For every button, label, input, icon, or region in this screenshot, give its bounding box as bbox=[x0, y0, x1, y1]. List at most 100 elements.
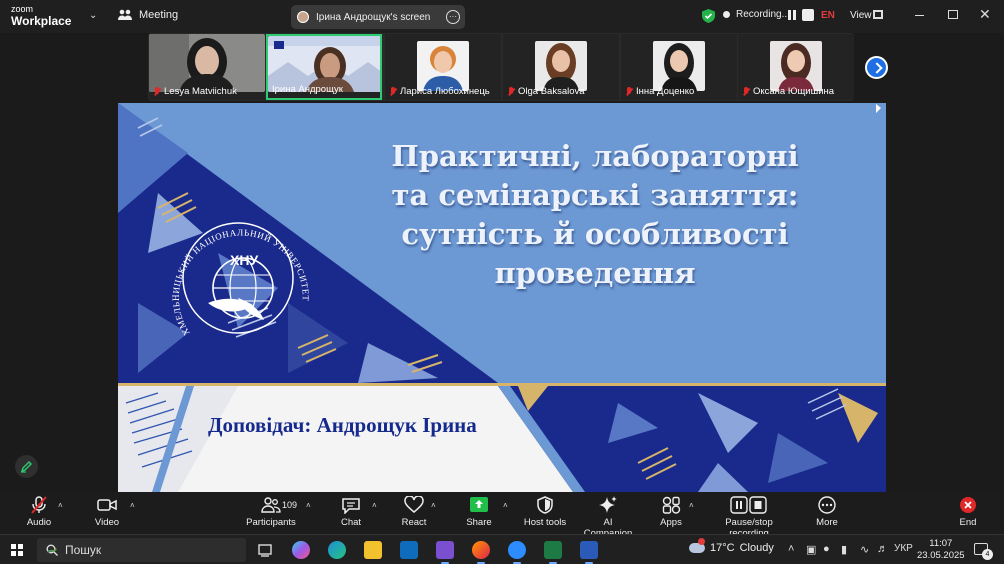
edge-browser-icon[interactable] bbox=[328, 541, 346, 559]
slide-speaker: Доповідач: Андрощук Ірина bbox=[208, 413, 477, 437]
mic-muted-icon bbox=[153, 87, 161, 96]
title-bar: zoom Workplace ⌄ Meeting Ірина Андрощук'… bbox=[0, 0, 1004, 33]
audio-options-caret[interactable]: ˄ bbox=[58, 501, 63, 510]
video-button[interactable]: Video bbox=[92, 496, 122, 528]
participant-gallery: Lesya Matviichuk Ірина Андрощук Лариса Л… bbox=[148, 33, 854, 101]
participant-tile-active-speaker[interactable]: Ірина Андрощук bbox=[266, 34, 382, 100]
copilot-icon[interactable] bbox=[292, 541, 310, 559]
video-options-caret[interactable]: ˄ bbox=[130, 501, 135, 510]
search-highlight-image bbox=[47, 547, 57, 553]
share-screen-icon bbox=[470, 497, 488, 512]
more-label: More bbox=[816, 517, 838, 528]
audio-button[interactable]: Audio bbox=[23, 496, 55, 528]
participant-photo bbox=[535, 41, 587, 91]
keyboard-language[interactable]: УКР bbox=[894, 543, 913, 554]
participant-tile[interactable]: Оксана Ющишина bbox=[738, 34, 854, 100]
mic-muted-icon bbox=[742, 87, 750, 96]
wifi-icon[interactable]: ∿ bbox=[860, 543, 869, 556]
chevron-down-icon[interactable]: ⌄ bbox=[89, 10, 97, 21]
weather-desc: Cloudy bbox=[739, 542, 774, 554]
host-tools-button[interactable]: Host tools bbox=[523, 496, 567, 528]
clock-date: 23.05.2025 bbox=[917, 550, 965, 561]
participant-name: Інна Доценко bbox=[625, 86, 694, 97]
participant-photo bbox=[653, 41, 705, 91]
participant-photo bbox=[417, 41, 469, 91]
avatar bbox=[297, 11, 309, 23]
more-options-icon[interactable]: ··· bbox=[446, 10, 460, 24]
close-window-button[interactable]: ✕ bbox=[979, 6, 991, 23]
react-button[interactable]: React bbox=[400, 496, 428, 528]
save-disk-app-icon[interactable] bbox=[436, 541, 454, 559]
outlook-icon[interactable] bbox=[400, 541, 418, 559]
taskbar-search-box[interactable]: Пошук bbox=[37, 538, 246, 562]
apps-button[interactable]: Apps bbox=[659, 496, 683, 528]
view-button[interactable]: View bbox=[850, 10, 872, 21]
excel-icon[interactable] bbox=[544, 541, 562, 559]
speaker-icon[interactable]: ♬ bbox=[877, 543, 888, 555]
participants-icon bbox=[261, 497, 281, 513]
chevron-up-icon[interactable]: ˄ bbox=[788, 543, 794, 555]
mouse-cursor-icon bbox=[876, 104, 881, 113]
file-explorer-icon[interactable] bbox=[364, 541, 382, 559]
participants-options-caret[interactable]: ˄ bbox=[306, 501, 311, 510]
shield-icon bbox=[537, 496, 553, 514]
annotate-button[interactable] bbox=[15, 455, 38, 478]
end-meeting-button[interactable]: End bbox=[956, 496, 980, 528]
pause-stop-recording-button[interactable]: Pause/stop recording bbox=[706, 496, 792, 539]
participant-video bbox=[149, 34, 265, 92]
recording-label: Recording... bbox=[736, 9, 790, 20]
share-options-caret[interactable]: ˄ bbox=[503, 501, 508, 510]
chat-options-caret[interactable]: ˄ bbox=[372, 501, 377, 510]
next-page-button[interactable] bbox=[865, 56, 888, 79]
ai-companion-button[interactable]: AI Companion bbox=[578, 496, 638, 539]
task-view-icon[interactable] bbox=[256, 541, 274, 559]
weather-widget[interactable]: 17°C Cloudy bbox=[689, 538, 774, 554]
word-icon[interactable] bbox=[580, 541, 598, 559]
participant-tile[interactable]: Olga Baksalova bbox=[503, 34, 619, 100]
meeting-controls-toolbar: Audio ˄ Video ˄ Participants 109 ˄ Chat … bbox=[0, 492, 1004, 539]
people-icon bbox=[118, 9, 132, 20]
firefox-icon[interactable] bbox=[472, 541, 490, 559]
participant-name: Ірина Андрощук bbox=[272, 84, 343, 95]
windows-start-button[interactable] bbox=[11, 544, 23, 556]
notifications-button[interactable]: 4 bbox=[974, 543, 993, 560]
mic-muted-icon bbox=[625, 87, 633, 96]
clock[interactable]: 11:07 23.05.2025 bbox=[917, 538, 965, 562]
react-options-caret[interactable]: ˄ bbox=[431, 501, 436, 510]
search-placeholder: Пошук bbox=[65, 543, 102, 557]
chat-button[interactable]: Chat bbox=[337, 496, 365, 528]
meeting-info-button[interactable]: Meeting bbox=[118, 9, 178, 21]
screen-share-label: Ірина Андрощук's screen bbox=[316, 11, 431, 23]
minimize-button[interactable] bbox=[915, 15, 924, 16]
apps-label: Apps bbox=[660, 517, 682, 528]
zoom-workplace-logo[interactable]: zoom Workplace bbox=[11, 5, 72, 28]
share-button[interactable]: Share bbox=[465, 496, 493, 528]
participant-tile[interactable]: Інна Доценко bbox=[621, 34, 737, 100]
slide-title: Практичні, лабораторні та семінарські за… bbox=[310, 137, 880, 293]
participant-name: Лариса Любохинець bbox=[389, 86, 490, 97]
more-button[interactable]: More bbox=[814, 496, 840, 528]
weather-temp: 17°C bbox=[710, 542, 735, 554]
pause-stop-icon bbox=[730, 496, 767, 514]
clock-time: 11:07 bbox=[929, 538, 953, 549]
camera-tray-icon[interactable]: ▣ bbox=[806, 543, 816, 556]
language-indicator[interactable]: EN bbox=[821, 10, 835, 21]
zoom-app-icon[interactable] bbox=[508, 541, 526, 559]
maximize-button[interactable] bbox=[948, 10, 958, 19]
battery-icon[interactable]: ▮ bbox=[841, 543, 847, 556]
participant-name: Lesya Matviichuk bbox=[153, 86, 237, 97]
grid-view-icon[interactable] bbox=[873, 10, 883, 19]
apps-icon bbox=[662, 496, 681, 514]
screen-share-indicator[interactable]: Ірина Андрощук's screen ··· bbox=[291, 5, 465, 29]
encryption-shield-icon[interactable] bbox=[702, 9, 715, 23]
microphone-tray-icon[interactable]: ● bbox=[823, 543, 830, 555]
end-call-icon bbox=[960, 497, 976, 513]
apps-options-caret[interactable]: ˄ bbox=[689, 501, 694, 510]
stop-recording-button[interactable] bbox=[802, 9, 814, 21]
participant-tile[interactable]: Лариса Любохинець bbox=[385, 34, 501, 100]
brand-line2: Workplace bbox=[11, 14, 72, 28]
participant-tile[interactable]: Lesya Matviichuk bbox=[149, 34, 265, 100]
pause-recording-button[interactable] bbox=[786, 9, 798, 21]
video-camera-icon bbox=[97, 499, 117, 511]
recording-dot-icon bbox=[723, 11, 730, 18]
